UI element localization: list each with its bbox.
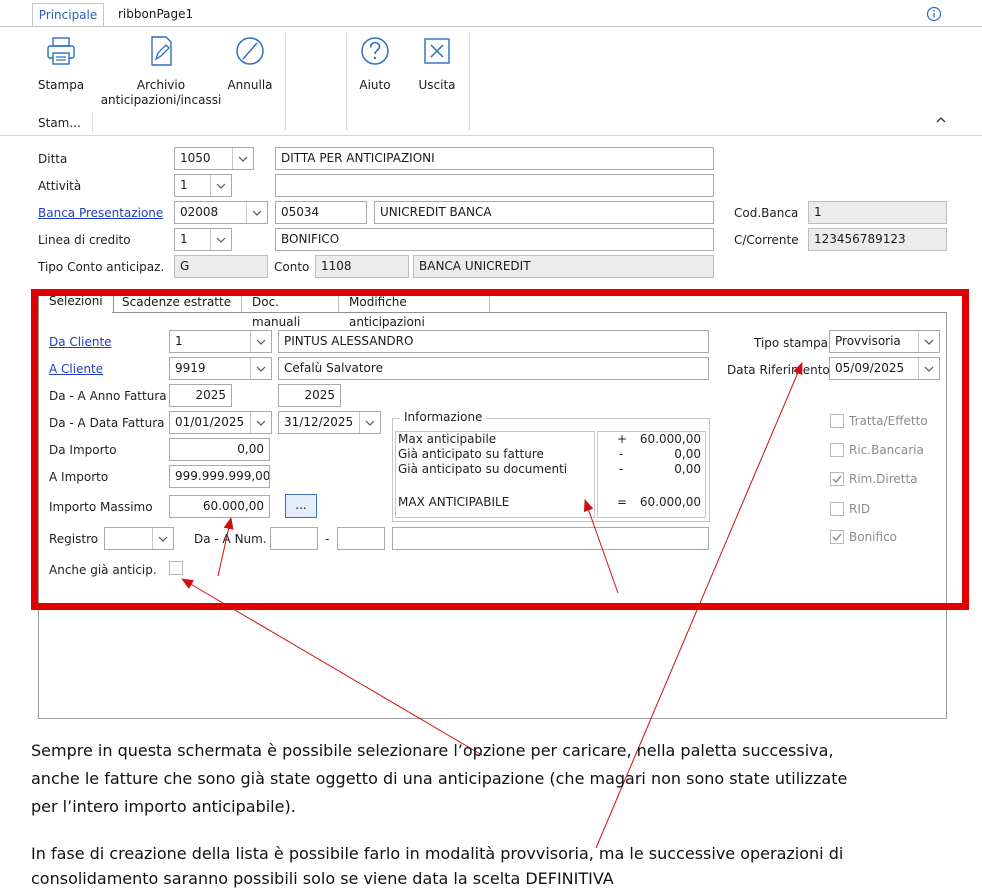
linea-code: 1 [180, 232, 188, 246]
ditta-label: Ditta [38, 152, 68, 166]
c-corrente-field: 123456789123 [808, 228, 947, 251]
caption-p1-line1: Sempre in questa schermata è possibile s… [31, 741, 834, 760]
aiuto-button[interactable]: Aiuto [354, 34, 396, 93]
banca-abi: 02008 [180, 205, 219, 219]
banca-cab: 05034 [281, 205, 320, 219]
tipo-conto-value: G [180, 259, 190, 273]
ditta-code: 1050 [180, 151, 211, 165]
banca-desc-field[interactable]: UNICREDIT BANCA [374, 201, 714, 224]
tipo-conto-field: G [174, 255, 268, 278]
chevron-down-icon[interactable] [210, 175, 231, 196]
caption-p2-line1: In fase di creazione della lista è possi… [31, 844, 844, 863]
linea-credito-combo[interactable]: 1 [174, 228, 232, 251]
cod-banca-value: 1 [814, 205, 822, 219]
banca-presentazione-link[interactable]: Banca Presentazione [38, 205, 163, 221]
linea-credito-label: Linea di credito [38, 233, 131, 247]
ribbon-tab-principale[interactable]: Principale [32, 3, 104, 27]
ribbon-tab-label: ribbonPage1 [118, 7, 194, 21]
cod-banca-field: 1 [808, 201, 947, 224]
archivio-anticipazioni-button[interactable]: Archivio anticipazioni/incassi [100, 34, 222, 108]
chevron-down-icon[interactable] [210, 229, 231, 250]
conto-label: Conto [274, 260, 310, 274]
printer-icon [47, 37, 75, 65]
attivita-combo[interactable]: 1 [174, 174, 232, 197]
uscita-label: Uscita [418, 78, 456, 92]
banca-abi-combo[interactable]: 02008 [174, 201, 268, 224]
archivio-label-1: Archivio [136, 78, 186, 92]
chevron-down-icon[interactable] [246, 202, 267, 223]
c-corrente-value: 123456789123 [814, 232, 906, 246]
stampa-button[interactable]: Stampa [34, 34, 88, 93]
ditta-desc-field[interactable]: DITTA PER ANTICIPAZIONI [275, 147, 714, 170]
red-highlight-frame [31, 289, 969, 610]
attivita-code: 1 [180, 178, 188, 192]
caption-p1-line3: per l’intero importo anticipabile). [31, 797, 296, 816]
cod-banca-label: Cod.Banca [734, 206, 799, 220]
ribbon-separator [92, 112, 93, 132]
ribbon-group-label: Stam... [38, 116, 81, 130]
c-corrente-label: C/Corrente [734, 233, 799, 247]
ribbon: Principale ribbonPage1 Stampa Archivio a… [0, 0, 982, 136]
banca-cab-field[interactable]: 05034 [275, 201, 367, 224]
linea-desc-field[interactable]: BONIFICO [275, 228, 714, 251]
linea-desc: BONIFICO [281, 232, 340, 246]
chevron-down-icon[interactable] [232, 148, 253, 169]
edit-document-icon [151, 36, 172, 66]
ribbon-tab-line [0, 26, 982, 27]
uscita-button[interactable]: Uscita [414, 34, 460, 93]
tipo-conto-label: Tipo Conto anticipaz. [38, 260, 165, 274]
ribbon-separator [285, 34, 286, 130]
attivita-label: Attività [38, 179, 82, 193]
archivio-label-2: anticipazioni/incassi [100, 93, 222, 107]
ribbon-tab-label: Principale [38, 8, 98, 22]
caption-p2-line2: consolidamento saranno possibili solo se… [31, 869, 614, 888]
annulla-button[interactable]: Annulla [226, 34, 274, 93]
conto-field: 1108 [315, 255, 409, 278]
exit-icon [424, 38, 450, 64]
ribbon-tab-ribbonpage1[interactable]: ribbonPage1 [118, 3, 193, 27]
banca-desc: UNICREDIT BANCA [380, 205, 492, 219]
conto-value: 1108 [321, 259, 352, 273]
conto-desc: BANCA UNICREDIT [419, 259, 531, 273]
collapse-ribbon-icon[interactable] [935, 115, 947, 125]
ribbon-separator [469, 34, 470, 130]
info-icon[interactable] [926, 6, 942, 22]
ditta-code-combo[interactable]: 1050 [174, 147, 254, 170]
stampa-label: Stampa [37, 78, 85, 92]
annulla-label: Annulla [227, 78, 273, 92]
help-icon [361, 37, 389, 65]
cancel-icon [236, 37, 264, 65]
attivita-desc-field[interactable] [275, 174, 714, 197]
caption-p1-line2: anche le fatture che sono già state ogge… [31, 769, 848, 788]
conto-desc-field: BANCA UNICREDIT [413, 255, 714, 278]
ditta-desc: DITTA PER ANTICIPAZIONI [281, 151, 435, 165]
ribbon-separator [346, 34, 347, 130]
aiuto-label: Aiuto [359, 78, 391, 92]
